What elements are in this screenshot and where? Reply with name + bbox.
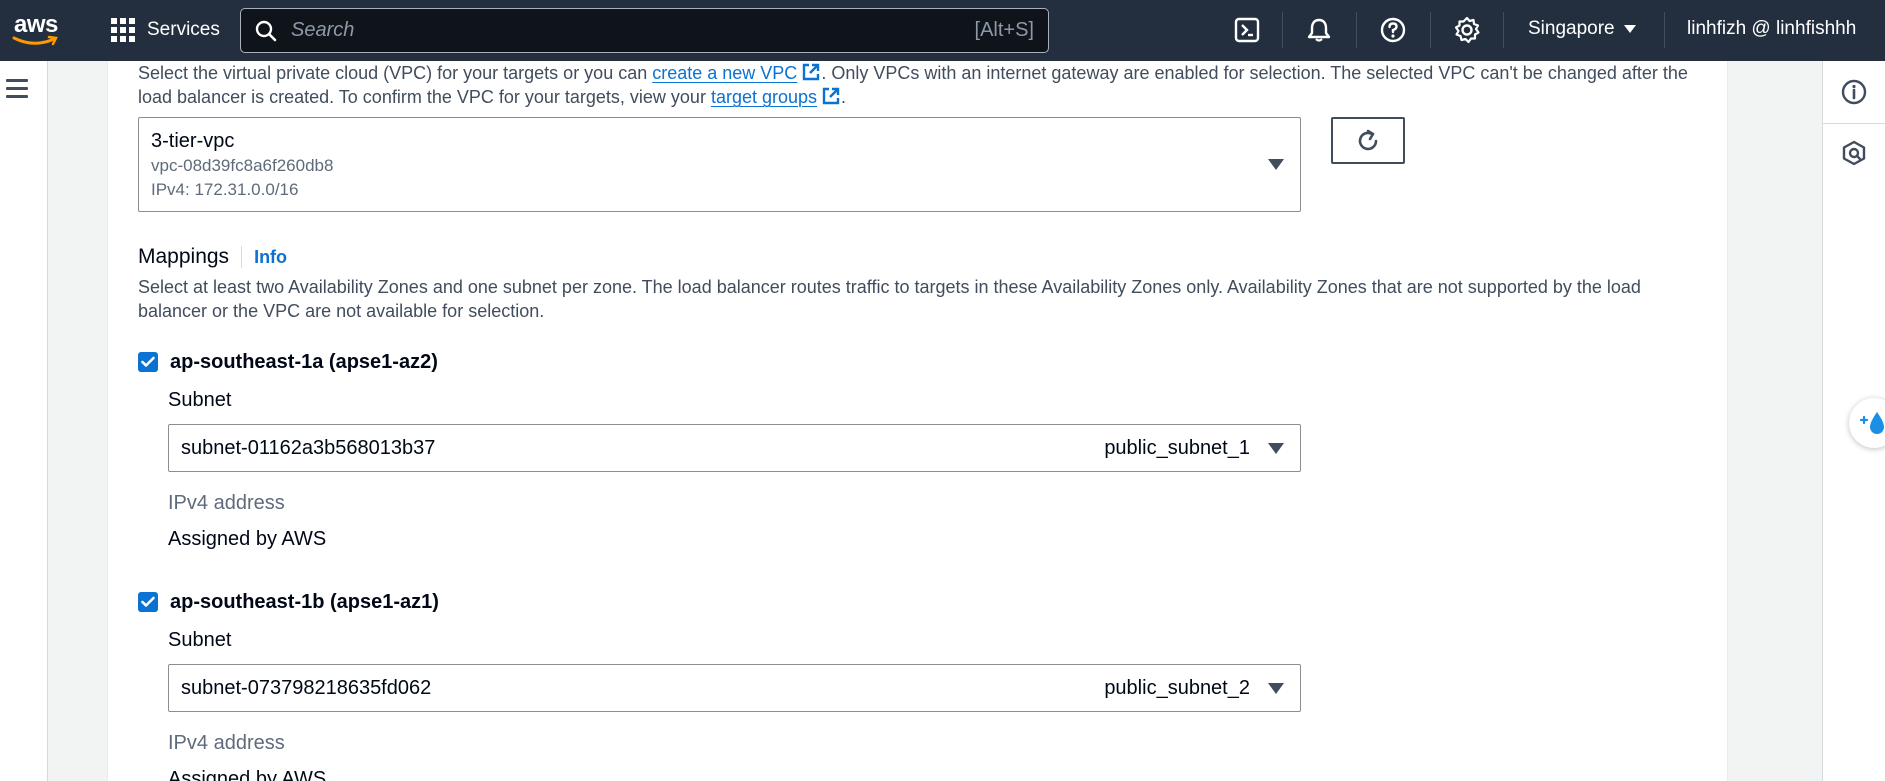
cloudshell-button[interactable]: [1231, 14, 1263, 46]
search-input[interactable]: [277, 9, 975, 52]
availability-zone-2: ap-southeast-1b (apse1-az1) Subnet subne…: [138, 587, 1338, 781]
caret-down-icon: [1268, 683, 1284, 694]
zone-label: ap-southeast-1b (apse1-az1): [170, 590, 439, 613]
search-shortcut-hint: [Alt+S]: [974, 19, 1034, 41]
vpc-id: vpc-08d39fc8a6f260db8: [151, 156, 334, 175]
subnet-label: Subnet: [168, 629, 232, 651]
divider: [1823, 123, 1885, 124]
gear-icon: [1454, 16, 1480, 44]
subnet-id: subnet-01162a3b568013b37: [181, 437, 436, 459]
refresh-icon: [1358, 129, 1378, 150]
ipv4-value: Assigned by AWS: [168, 768, 327, 781]
network-mapping-section: Select the virtual private cloud (VPC) f…: [138, 61, 1698, 781]
main-content-panel: Select the virtual private cloud (VPC) f…: [107, 61, 1728, 781]
target-groups-link[interactable]: target groups: [711, 87, 817, 107]
vpc-name: 3-tier-vpc: [151, 130, 235, 152]
caret-down-icon: [1268, 443, 1284, 454]
bell-icon: [1307, 18, 1331, 42]
subnet-label: Subnet: [168, 389, 232, 411]
search-icon: [255, 20, 277, 41]
checkmark-icon: [141, 356, 155, 367]
top-navigation: aws Services [Alt+S]: [0, 0, 1885, 61]
nav-divider: [1430, 12, 1431, 48]
region-label: Singapore: [1528, 18, 1615, 39]
checkmark-icon: [141, 596, 155, 607]
search-bar[interactable]: [Alt+S]: [240, 8, 1049, 53]
refresh-button[interactable]: [1331, 117, 1405, 164]
vpc-desc-text: Select the virtual private cloud (VPC) f…: [138, 63, 653, 83]
mappings-header: Mappings Info: [138, 245, 287, 269]
ipv4-label: IPv4 address: [168, 732, 285, 754]
mappings-description: Select at least two Availability Zones a…: [138, 277, 1641, 321]
terminal-icon: [1234, 17, 1260, 43]
info-panel-button[interactable]: [1838, 76, 1870, 108]
caret-down-icon: [1623, 25, 1636, 33]
nav-divider: [1503, 12, 1504, 48]
region-selector[interactable]: Singapore: [1528, 18, 1637, 40]
create-vpc-link[interactable]: create a new VPC: [652, 63, 797, 83]
feedback-panel-button[interactable]: [1838, 137, 1870, 169]
aws-logo[interactable]: aws: [12, 11, 62, 47]
external-link-icon[interactable]: [801, 62, 821, 82]
subnet-id: subnet-073798218635fd062: [181, 677, 432, 699]
account-label: linhfizh @ linhfishhh: [1687, 18, 1857, 39]
settings-button[interactable]: [1451, 14, 1483, 46]
zone-checkbox[interactable]: [138, 592, 158, 612]
availability-zone-1: ap-southeast-1a (apse1-az2) Subnet subne…: [138, 347, 1338, 550]
services-label: Services: [147, 19, 220, 40]
nav-divider: [1664, 12, 1665, 48]
ipv4-value: Assigned by AWS: [168, 528, 327, 550]
nav-divider: [1282, 12, 1283, 48]
ipv4-label: IPv4 address: [168, 492, 285, 514]
menu-icon[interactable]: [6, 79, 30, 101]
mappings-title: Mappings: [138, 245, 230, 268]
vpc-desc-text: .: [841, 87, 847, 107]
help-icon: [1380, 17, 1406, 43]
notifications-button[interactable]: [1303, 14, 1335, 46]
info-icon: [1841, 79, 1867, 105]
subnet-select[interactable]: subnet-01162a3b568013b37 public_subnet_1: [168, 424, 1301, 472]
vpc-cidr: IPv4: 172.31.0.0/16: [151, 180, 299, 199]
divider: [241, 246, 243, 268]
feedback-icon: [1842, 140, 1866, 166]
nav-divider: [1356, 12, 1357, 48]
external-link-icon[interactable]: [821, 86, 841, 106]
services-menu-button[interactable]: Services: [111, 16, 220, 44]
droplet-icon: [1859, 412, 1884, 434]
vpc-select[interactable]: 3-tier-vpc vpc-08d39fc8a6f260db8 IPv4: 1…: [138, 117, 1301, 212]
caret-down-icon: [1268, 159, 1284, 170]
grid-icon: [111, 18, 135, 42]
help-button[interactable]: [1377, 14, 1409, 46]
left-navigation-rail: [0, 61, 48, 781]
zone-checkbox[interactable]: [138, 352, 158, 372]
subnet-name: public_subnet_2: [1104, 677, 1250, 699]
account-menu[interactable]: linhfizh @ linhfishhh: [1687, 18, 1856, 40]
zone-label: ap-southeast-1a (apse1-az2): [170, 350, 438, 373]
subnet-name: public_subnet_1: [1104, 437, 1250, 459]
aws-smile-icon: [12, 35, 58, 46]
vpc-description: Select the virtual private cloud (VPC) f…: [138, 61, 1698, 109]
mappings-info-link[interactable]: Info: [254, 247, 287, 268]
subnet-select[interactable]: subnet-073798218635fd062 public_subnet_2: [168, 664, 1301, 712]
